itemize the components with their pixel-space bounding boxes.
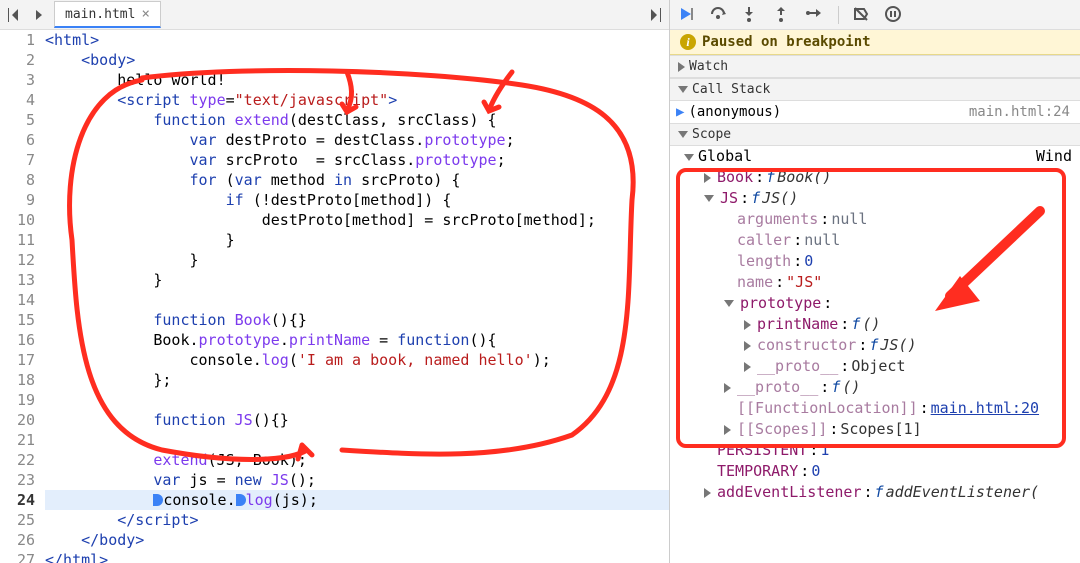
line-number[interactable]: 2 [0,50,35,70]
line-number[interactable]: 10 [0,210,35,230]
step-over-icon[interactable] [710,6,728,24]
editor-pane: main.html × 1234567891011121314151617181… [0,0,670,563]
line-number[interactable]: 25 [0,510,35,530]
deactivate-breakpoints-icon[interactable] [853,6,871,24]
code-line[interactable]: } [45,270,669,290]
line-number[interactable]: 9 [0,190,35,210]
resume-icon[interactable] [678,6,696,24]
line-number[interactable]: 23 [0,470,35,490]
code-line[interactable] [45,390,669,410]
line-number[interactable]: 26 [0,530,35,550]
scope-section-header[interactable]: Scope [670,123,1080,146]
line-number[interactable]: 12 [0,250,35,270]
code-line[interactable] [45,430,669,450]
line-number[interactable]: 19 [0,390,35,410]
red-arrow-icon [910,201,1050,321]
code-line[interactable]: <script type="text/javascript"> [45,90,669,110]
line-number[interactable]: 17 [0,350,35,370]
scope-body: GlobalWindBook: f Book()JS: f JS()argume… [670,146,1080,507]
code-line[interactable]: console.log(js); [45,490,669,510]
code-line[interactable]: <body> [45,50,669,70]
tab-next-icon[interactable] [30,6,48,24]
code-line[interactable]: if (!destProto[method]) { [45,190,669,210]
code-line[interactable] [45,290,669,310]
line-number[interactable]: 5 [0,110,35,130]
tab-prev-icon[interactable] [6,6,24,24]
chevron-down-icon [678,86,688,93]
close-icon[interactable]: × [141,6,149,22]
step-out-icon[interactable] [774,6,792,24]
line-number[interactable]: 24 [0,490,35,510]
code-line[interactable]: function Book(){} [45,310,669,330]
chevron-right-icon [678,62,685,72]
debugger-pane: i Paused on breakpoint Watch Call Stack … [670,0,1080,563]
code-line[interactable]: <html> [45,30,669,50]
debug-toolbar [670,0,1080,30]
code-line[interactable]: hello world! [45,70,669,90]
line-number[interactable]: 22 [0,450,35,470]
line-number[interactable]: 11 [0,230,35,250]
pause-on-exceptions-icon[interactable] [885,6,903,24]
code-line[interactable]: console.log('I am a book, named hello'); [45,350,669,370]
code-line[interactable]: </html> [45,550,669,563]
watch-section-header[interactable]: Watch [670,55,1080,78]
line-number[interactable]: 3 [0,70,35,90]
line-number[interactable]: 4 [0,90,35,110]
code-line[interactable]: } [45,230,669,250]
callstack-frame[interactable]: ▶(anonymous)main.html:24 [670,101,1080,123]
paused-label: Paused on breakpoint [702,34,871,50]
line-number-gutter[interactable]: 1234567891011121314151617181920212223242… [0,30,45,563]
step-icon[interactable] [806,6,824,24]
code-line[interactable]: function JS(){} [45,410,669,430]
paused-banner: i Paused on breakpoint [670,30,1080,55]
code-line[interactable]: function extend(destClass, srcClass) { [45,110,669,130]
callstack-section-header[interactable]: Call Stack [670,78,1080,101]
code-line[interactable]: var destProto = destClass.prototype; [45,130,669,150]
tab-bar: main.html × [0,0,669,30]
code-line[interactable]: var js = new JS(); [45,470,669,490]
info-icon: i [680,34,696,50]
code-line[interactable]: </script> [45,510,669,530]
code-line[interactable]: extend(JS, Book); [45,450,669,470]
code-line[interactable]: </body> [45,530,669,550]
line-number[interactable]: 15 [0,310,35,330]
line-number[interactable]: 6 [0,130,35,150]
scope-property-row[interactable]: TEMPORARY: 0 [670,461,1080,482]
tab-filename: main.html [65,7,135,22]
editor-tab[interactable]: main.html × [54,1,161,28]
code-lines[interactable]: <html> <body> hello world! <script type=… [45,30,669,563]
code-line[interactable]: }; [45,370,669,390]
code-line[interactable]: } [45,250,669,270]
scope-global-row[interactable]: GlobalWind [670,146,1080,167]
chevron-down-icon [678,131,688,138]
code-line[interactable]: Book.prototype.printName = function(){ [45,330,669,350]
step-into-icon[interactable] [742,6,760,24]
code-line[interactable]: var srcProto = srcClass.prototype; [45,150,669,170]
line-number[interactable]: 20 [0,410,35,430]
line-number[interactable]: 7 [0,150,35,170]
code-line[interactable]: for (var method in srcProto) { [45,170,669,190]
line-number[interactable]: 1 [0,30,35,50]
line-number[interactable]: 21 [0,430,35,450]
line-number[interactable]: 13 [0,270,35,290]
tab-more-icon[interactable] [645,6,663,24]
line-number[interactable]: 18 [0,370,35,390]
line-number[interactable]: 16 [0,330,35,350]
line-number[interactable]: 27 [0,550,35,563]
line-number[interactable]: 8 [0,170,35,190]
code-area[interactable]: 1234567891011121314151617181920212223242… [0,30,669,563]
line-number[interactable]: 14 [0,290,35,310]
scope-property-row[interactable]: addEventListener: f addEventListener( [670,482,1080,503]
code-line[interactable]: destProto[method] = srcProto[method]; [45,210,669,230]
callstack-body: ▶(anonymous)main.html:24 [670,101,1080,123]
